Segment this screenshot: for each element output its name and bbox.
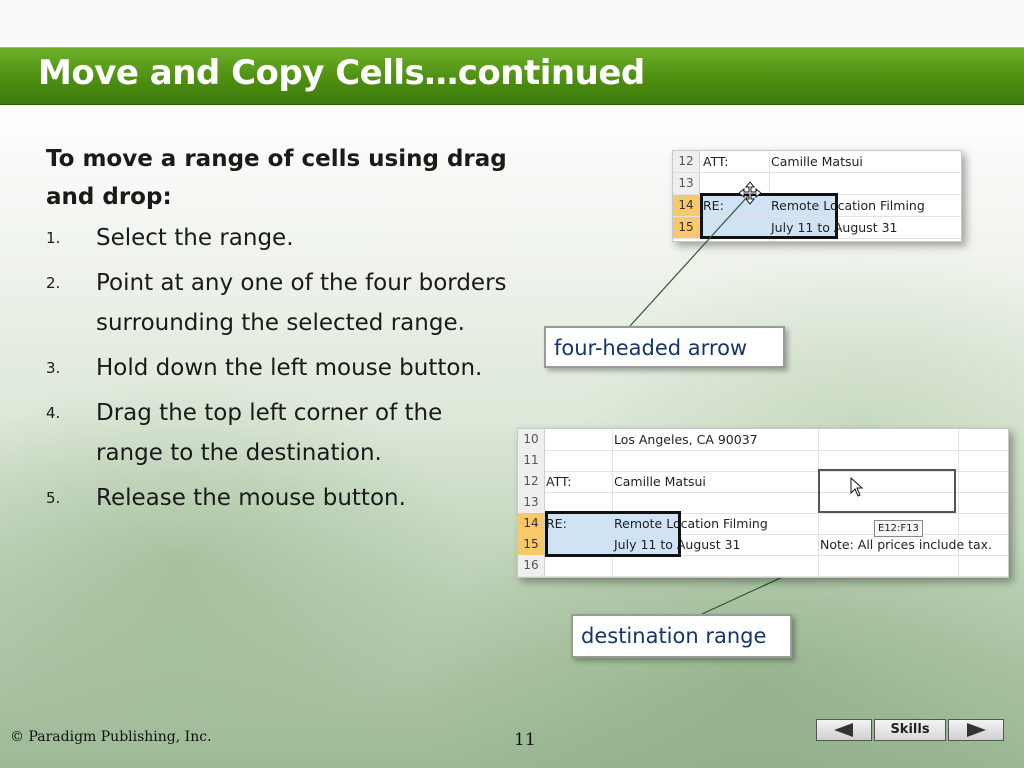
row-header: 15 (518, 534, 545, 555)
cell-label: ATT: (546, 474, 572, 489)
mouse-pointer-icon (850, 477, 864, 497)
row-header: 16 (518, 555, 545, 576)
slide-navigation: Skills (816, 719, 1004, 743)
skills-button[interactable]: Skills (874, 719, 946, 741)
sheet-row: 10 Los Angeles, CA 90037 (518, 429, 1008, 451)
left-triangle-icon (834, 723, 853, 737)
leader-line-arrow (629, 195, 749, 327)
row-header: 13 (518, 492, 545, 513)
row-header: 14 (518, 513, 545, 534)
page-number: 11 (514, 730, 536, 750)
cell-value: Los Angeles, CA 90037 (614, 432, 758, 447)
callout-leader-lines (629, 195, 873, 615)
cell-note: Note: All prices include tax. (820, 537, 993, 552)
previous-button[interactable] (816, 719, 872, 741)
screenshot-destination: 10 Los Angeles, CA 90037 11 12 ATT: Cami… (517, 428, 1009, 578)
next-button[interactable] (948, 719, 1004, 741)
cell-value: Camille Matsui (614, 474, 706, 489)
range-tooltip: E12:F13 (874, 520, 923, 537)
callout-destination-range: destination range (571, 614, 792, 658)
row-header: 12 (518, 471, 545, 492)
right-triangle-icon (967, 723, 986, 737)
callout-four-headed-arrow: four-headed arrow (544, 326, 785, 368)
sheet-row: 16 (518, 555, 1008, 577)
row-header: 11 (518, 450, 545, 471)
copyright: © Paradigm Publishing, Inc. (10, 729, 212, 745)
row-header: 10 (518, 429, 545, 450)
destination-range-outline (818, 469, 956, 513)
selection-border[interactable] (545, 511, 681, 557)
